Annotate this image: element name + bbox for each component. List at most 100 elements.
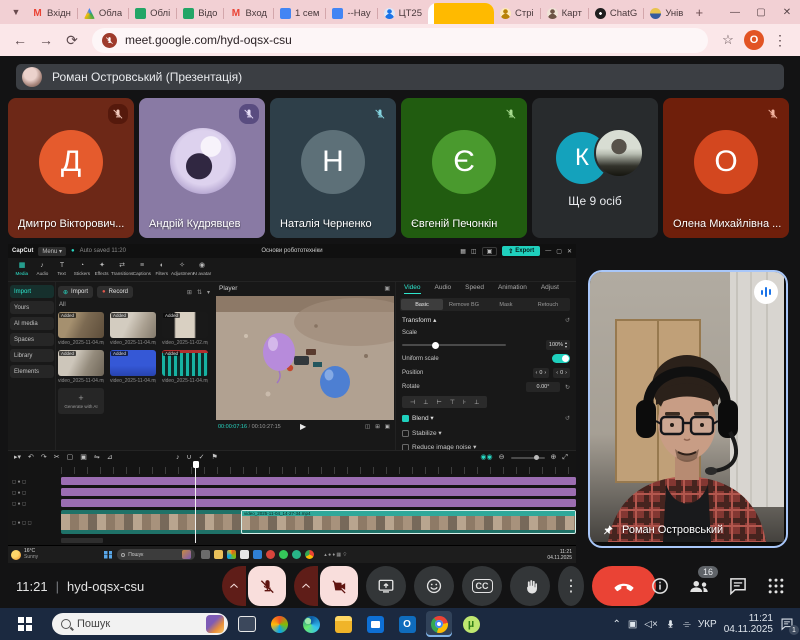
chrome-button-active[interactable] [426,611,452,637]
presentation-banner[interactable]: Роман Островський (Презентація) [16,64,784,90]
select-tool-icon[interactable]: ▸▾ [14,451,21,465]
import-button[interactable]: ⊕Import [58,286,93,298]
sort-icon[interactable]: ⇅ [197,289,202,296]
text-track-3[interactable] [61,499,576,507]
meeting-details-button[interactable] [650,576,670,596]
track-dot-icon[interactable]: ◉◉ [480,451,492,465]
video-track[interactable]: video_2025-11-04_14-27-34.mp4 [61,510,576,534]
chrome-icon[interactable] [305,550,314,559]
crop-icon[interactable]: ⊿ [107,451,113,465]
transform-row[interactable]: Transform ▴ ↺ [402,316,570,324]
ratio-icon[interactable]: ⊞ [375,424,380,430]
capcut-menu-button[interactable]: Menu ▾ [38,247,66,256]
capcut-close-icon[interactable]: ✕ [567,248,572,255]
tab-docs-2[interactable]: --Нау [326,3,376,24]
subtab-basic[interactable]: Basic [401,299,443,310]
ribbon-adjustment[interactable]: ✧Adjustment [172,262,192,277]
edge-button[interactable] [298,611,324,637]
zoom-out-icon[interactable]: ⊖ [499,451,505,465]
align-left-icon[interactable]: ⊣ [410,399,415,406]
blend-reset-icon[interactable]: ↺ [565,415,570,422]
media-thumb-4[interactable]: Added [58,350,104,376]
word-icon[interactable] [253,550,262,559]
ribbon-media[interactable]: ▦Media [12,262,32,277]
generate-ai-tile[interactable]: + Generate with AI [58,388,104,414]
copilot-button[interactable] [266,611,292,637]
sidebar-elements[interactable]: Elements [10,365,54,378]
address-bar[interactable]: meet.google.com/hyd-oqsx-csu [92,28,708,53]
new-tab-button[interactable]: + [689,2,709,22]
mirror-icon[interactable]: ◫ [365,424,370,430]
redo-icon[interactable]: ↷ [41,451,47,465]
player-expand-icon[interactable]: ▣ [384,285,390,292]
blend-checkbox[interactable] [402,415,409,422]
fullscreen-icon[interactable]: ▣ [385,424,390,430]
captions-button[interactable]: CC [462,566,502,606]
capcut-maximize-icon[interactable]: ▢ [556,248,562,255]
position-y-stepper[interactable]: ‹ 0 › [553,368,570,378]
undo-icon[interactable]: ↶ [28,451,34,465]
media-thumb-6[interactable]: Added [162,350,208,376]
split-icon[interactable]: ◫ [471,248,477,255]
tab-search-button[interactable]: ▼ [6,2,26,22]
present-button[interactable] [366,566,406,606]
taskbar-clock[interactable]: 11:21 04.11.2025 [724,613,773,635]
selected-clip[interactable]: video_2025-11-04_14-27-34.mp4 [241,510,576,534]
participant-tile-dmytro[interactable]: Д Дмитро Вікторович... [8,98,134,238]
tab-docs-1[interactable]: 1 сем [274,3,326,24]
raise-hand-button[interactable] [510,566,550,606]
camera-options-chevron[interactable] [294,566,318,606]
weather-icon[interactable] [11,550,21,560]
text-track-1[interactable] [61,477,576,485]
play-button[interactable]: ▶ [300,422,306,431]
mic-blocked-icon[interactable] [102,33,117,48]
outlook-button[interactable]: O [394,611,420,637]
ribbon-ai-avatar[interactable]: ◉AI avatar [192,262,212,277]
marker-icon[interactable]: ⚑ [212,451,218,465]
tab-meet-active[interactable]: ✕ [428,3,494,24]
ribbon-filters[interactable]: ◐Filters [152,262,172,277]
reactions-button[interactable] [414,566,454,606]
uniform-scale-toggle[interactable] [552,354,570,363]
bookmark-star-icon[interactable]: ☆ [716,28,740,52]
task-view-button[interactable] [234,611,260,637]
activities-button[interactable] [766,576,786,596]
props-tab-speed[interactable]: Speed [465,282,484,294]
window-close-button[interactable]: ✕ [774,2,800,22]
language-indicator[interactable]: УКР [698,619,717,630]
stabilize-checkbox[interactable] [402,430,409,437]
folder-icon[interactable] [214,550,223,559]
tab-sheets-2[interactable]: Відо [177,3,223,24]
browser-menu-icon[interactable]: ⋮ [768,28,792,52]
media-thumb-3[interactable]: Added [162,312,208,338]
inner-search-box[interactable]: Пошук [117,549,195,560]
sidebar-yours[interactable]: Yours [10,301,54,314]
taskbar-search[interactable]: Пошук [52,613,228,635]
capcut-minimize-icon[interactable]: — [545,248,551,254]
sidebar-ai-media[interactable]: AI media [10,317,54,330]
text-track-2[interactable] [61,488,576,496]
tab-gmail-1[interactable]: MВхідн [26,3,77,24]
people-button[interactable]: 16 [688,575,710,597]
video-preview[interactable] [216,296,394,420]
start-icon[interactable] [104,551,112,559]
layout-icon[interactable]: ▦ [460,248,466,255]
rotate-value[interactable]: 0.00° [526,382,560,392]
sidebar-spaces[interactable]: Spaces [10,333,54,346]
inner-tray-icons[interactable]: ▴ ● ♦ ▦ ⌔ [324,552,347,558]
ribbon-audio[interactable]: ♪Audio [32,262,52,277]
scale-value[interactable]: 100% ▴▾ [546,340,570,350]
tab-univ[interactable]: Унів [644,3,689,24]
window-maximize-button[interactable]: ▢ [748,2,774,22]
track-controls[interactable]: ◻ ● ◻ [12,499,32,510]
camera-off-button[interactable] [320,566,358,606]
tray-network-icon[interactable]: ⌯ [683,619,691,630]
photos-icon[interactable] [240,550,249,559]
fit-icon[interactable]: ⤢ [562,451,568,465]
sidebar-library[interactable]: Library [10,349,54,362]
scale-slider[interactable] [402,344,506,346]
window-minimize-button[interactable]: — [722,2,748,22]
draft-check-pill[interactable]: ▣ [482,247,498,256]
props-tab-adjust[interactable]: Adjust [541,282,559,294]
file-explorer-button[interactable] [330,611,356,637]
